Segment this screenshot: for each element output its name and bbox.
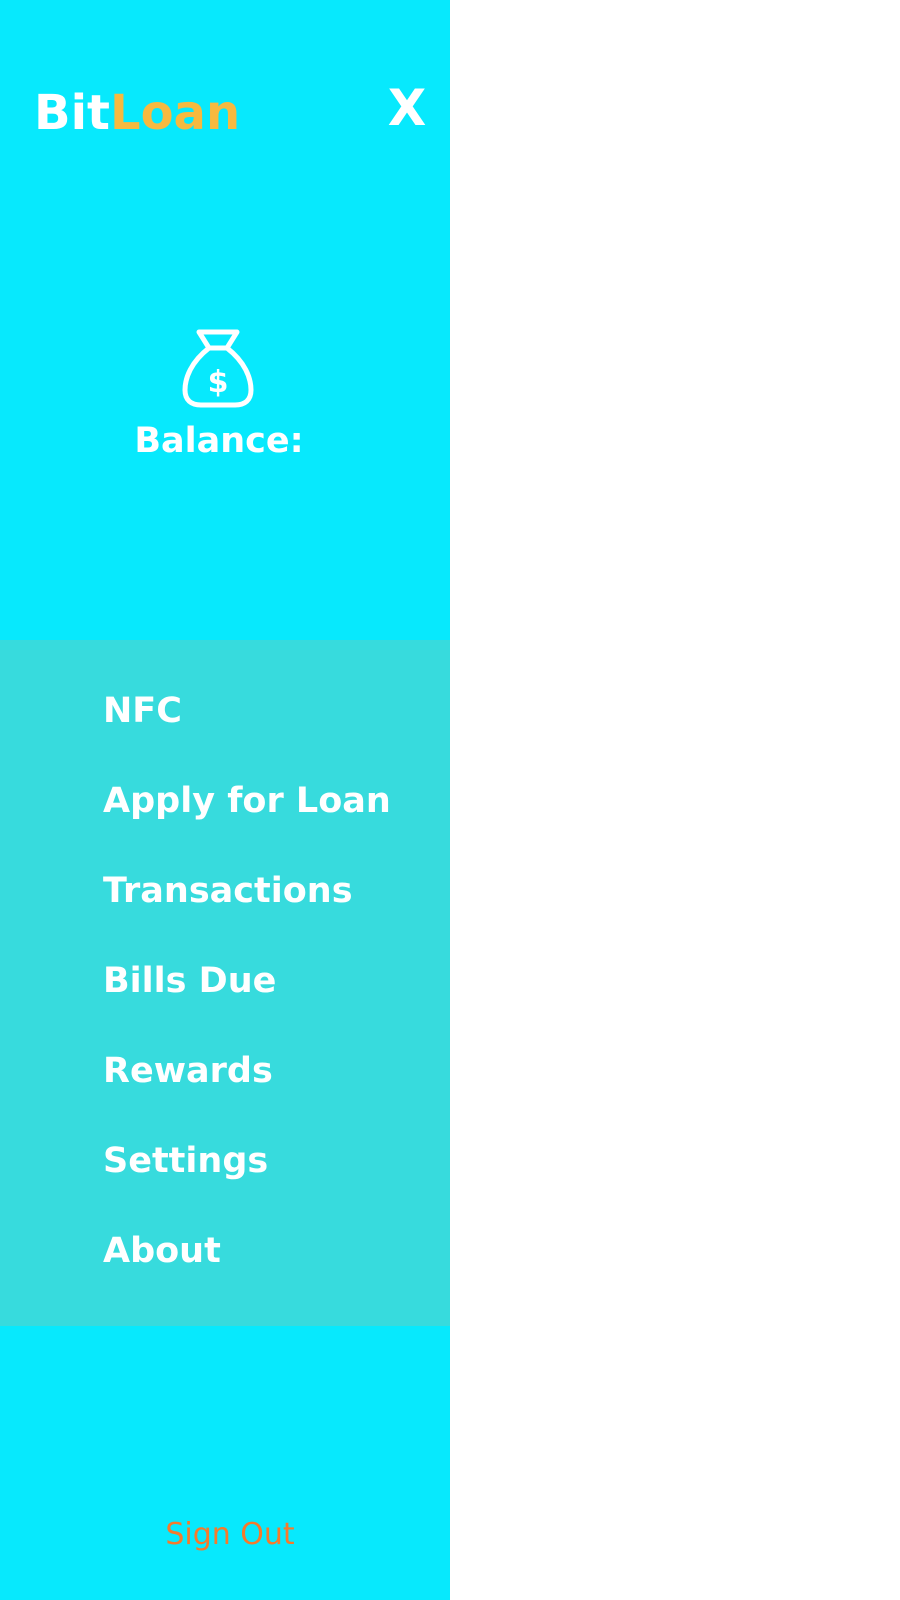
drawer-menu: NFC Apply for Loan Transactions Bills Du… xyxy=(0,640,450,1326)
menu-item-bills-due[interactable]: Bills Due xyxy=(103,951,443,1011)
money-bag-icon: $ xyxy=(182,329,254,408)
sign-out-link[interactable]: Sign Out xyxy=(0,1510,460,1560)
menu-item-about[interactable]: About xyxy=(103,1221,443,1281)
main-content-area xyxy=(450,0,900,1600)
logo-text-loan: Loan xyxy=(109,85,241,141)
menu-item-nfc[interactable]: NFC xyxy=(103,681,443,741)
menu-item-transactions[interactable]: Transactions xyxy=(103,861,443,921)
menu-item-apply-for-loan[interactable]: Apply for Loan xyxy=(103,771,443,831)
logo-text-bit: Bit xyxy=(34,85,110,141)
app-logo: BitLoan xyxy=(34,80,240,146)
close-drawer-button[interactable]: X xyxy=(382,80,432,136)
menu-item-rewards[interactable]: Rewards xyxy=(103,1041,443,1101)
menu-item-settings[interactable]: Settings xyxy=(103,1131,443,1191)
balance-label: Balance: xyxy=(134,421,304,461)
svg-text:$: $ xyxy=(208,365,229,400)
navigation-drawer: BitLoan X $ Balance: NFC Apply for Loan … xyxy=(0,0,450,1600)
